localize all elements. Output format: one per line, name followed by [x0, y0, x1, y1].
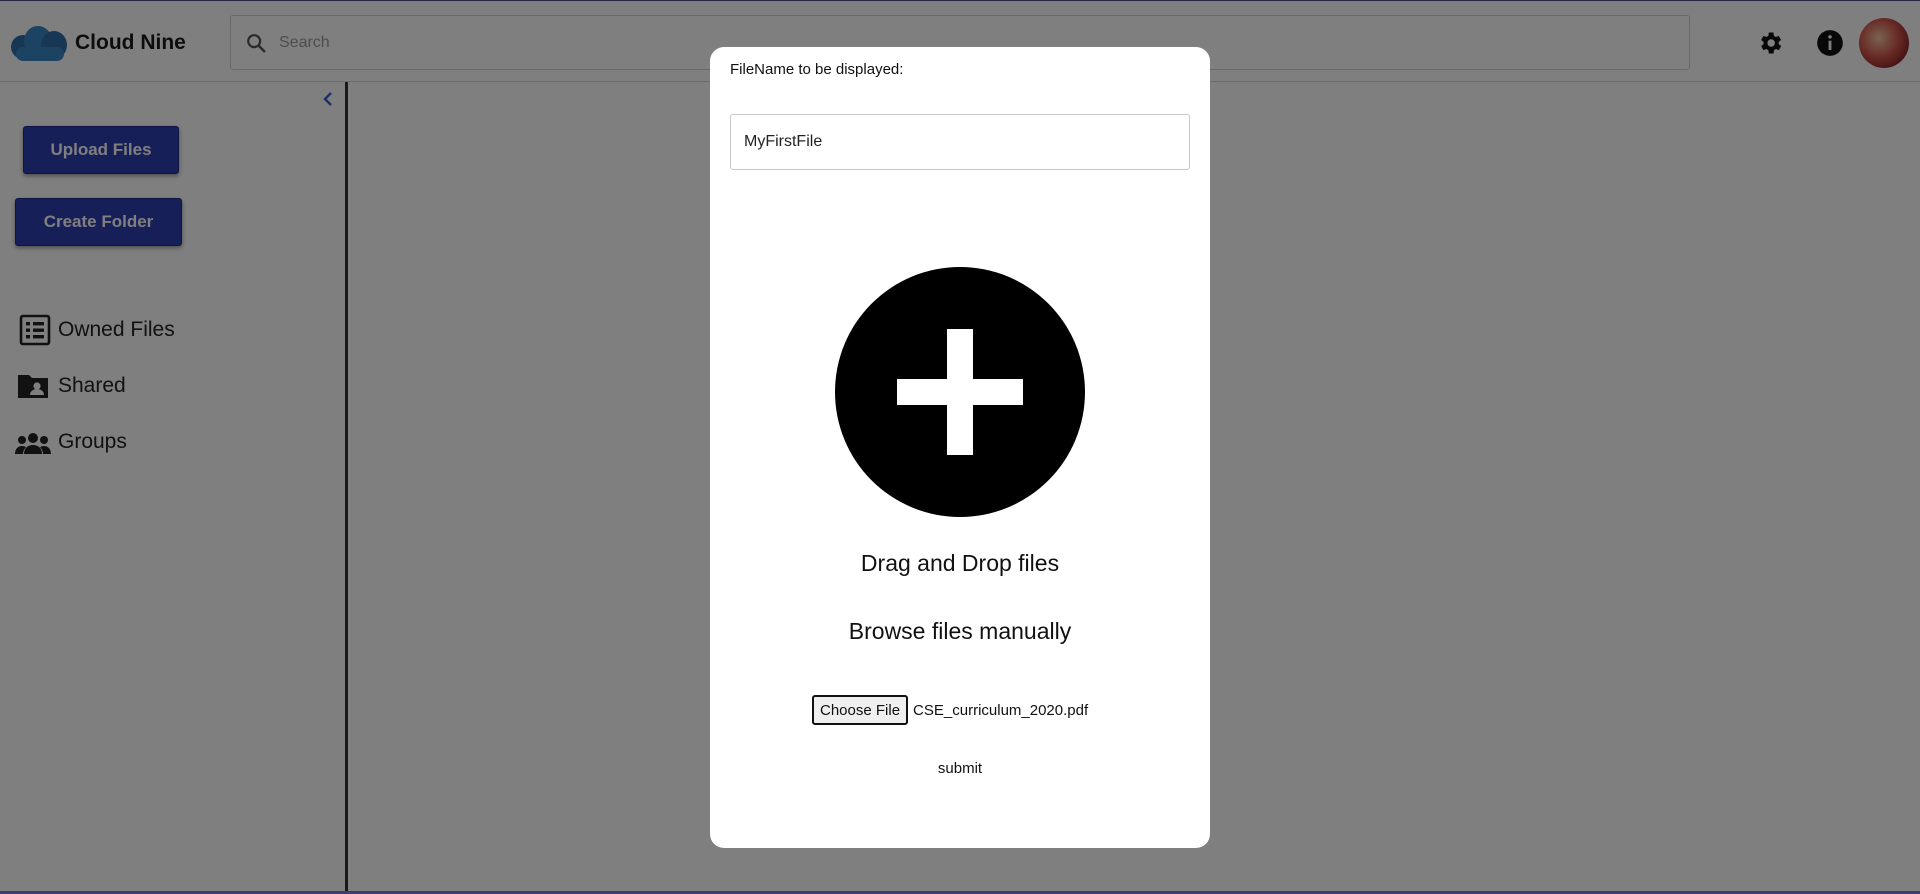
filename-label: FileName to be displayed: [730, 61, 904, 78]
upload-modal: FileName to be displayed: Drag and Drop … [710, 47, 1210, 848]
drag-drop-text: Drag and Drop files [860, 550, 1060, 576]
choose-file-button[interactable]: Choose File [812, 695, 909, 725]
selected-file-name: CSE_curriculum_2020.pdf [913, 701, 1089, 719]
filename-input[interactable] [730, 114, 1190, 170]
add-circle-icon[interactable] [835, 267, 1085, 517]
file-picker: Choose File CSE_curriculum_2020.pdf [812, 695, 1088, 725]
browse-files-text[interactable]: Browse files manually [710, 618, 1210, 645]
submit-button[interactable]: submit [710, 760, 1210, 777]
